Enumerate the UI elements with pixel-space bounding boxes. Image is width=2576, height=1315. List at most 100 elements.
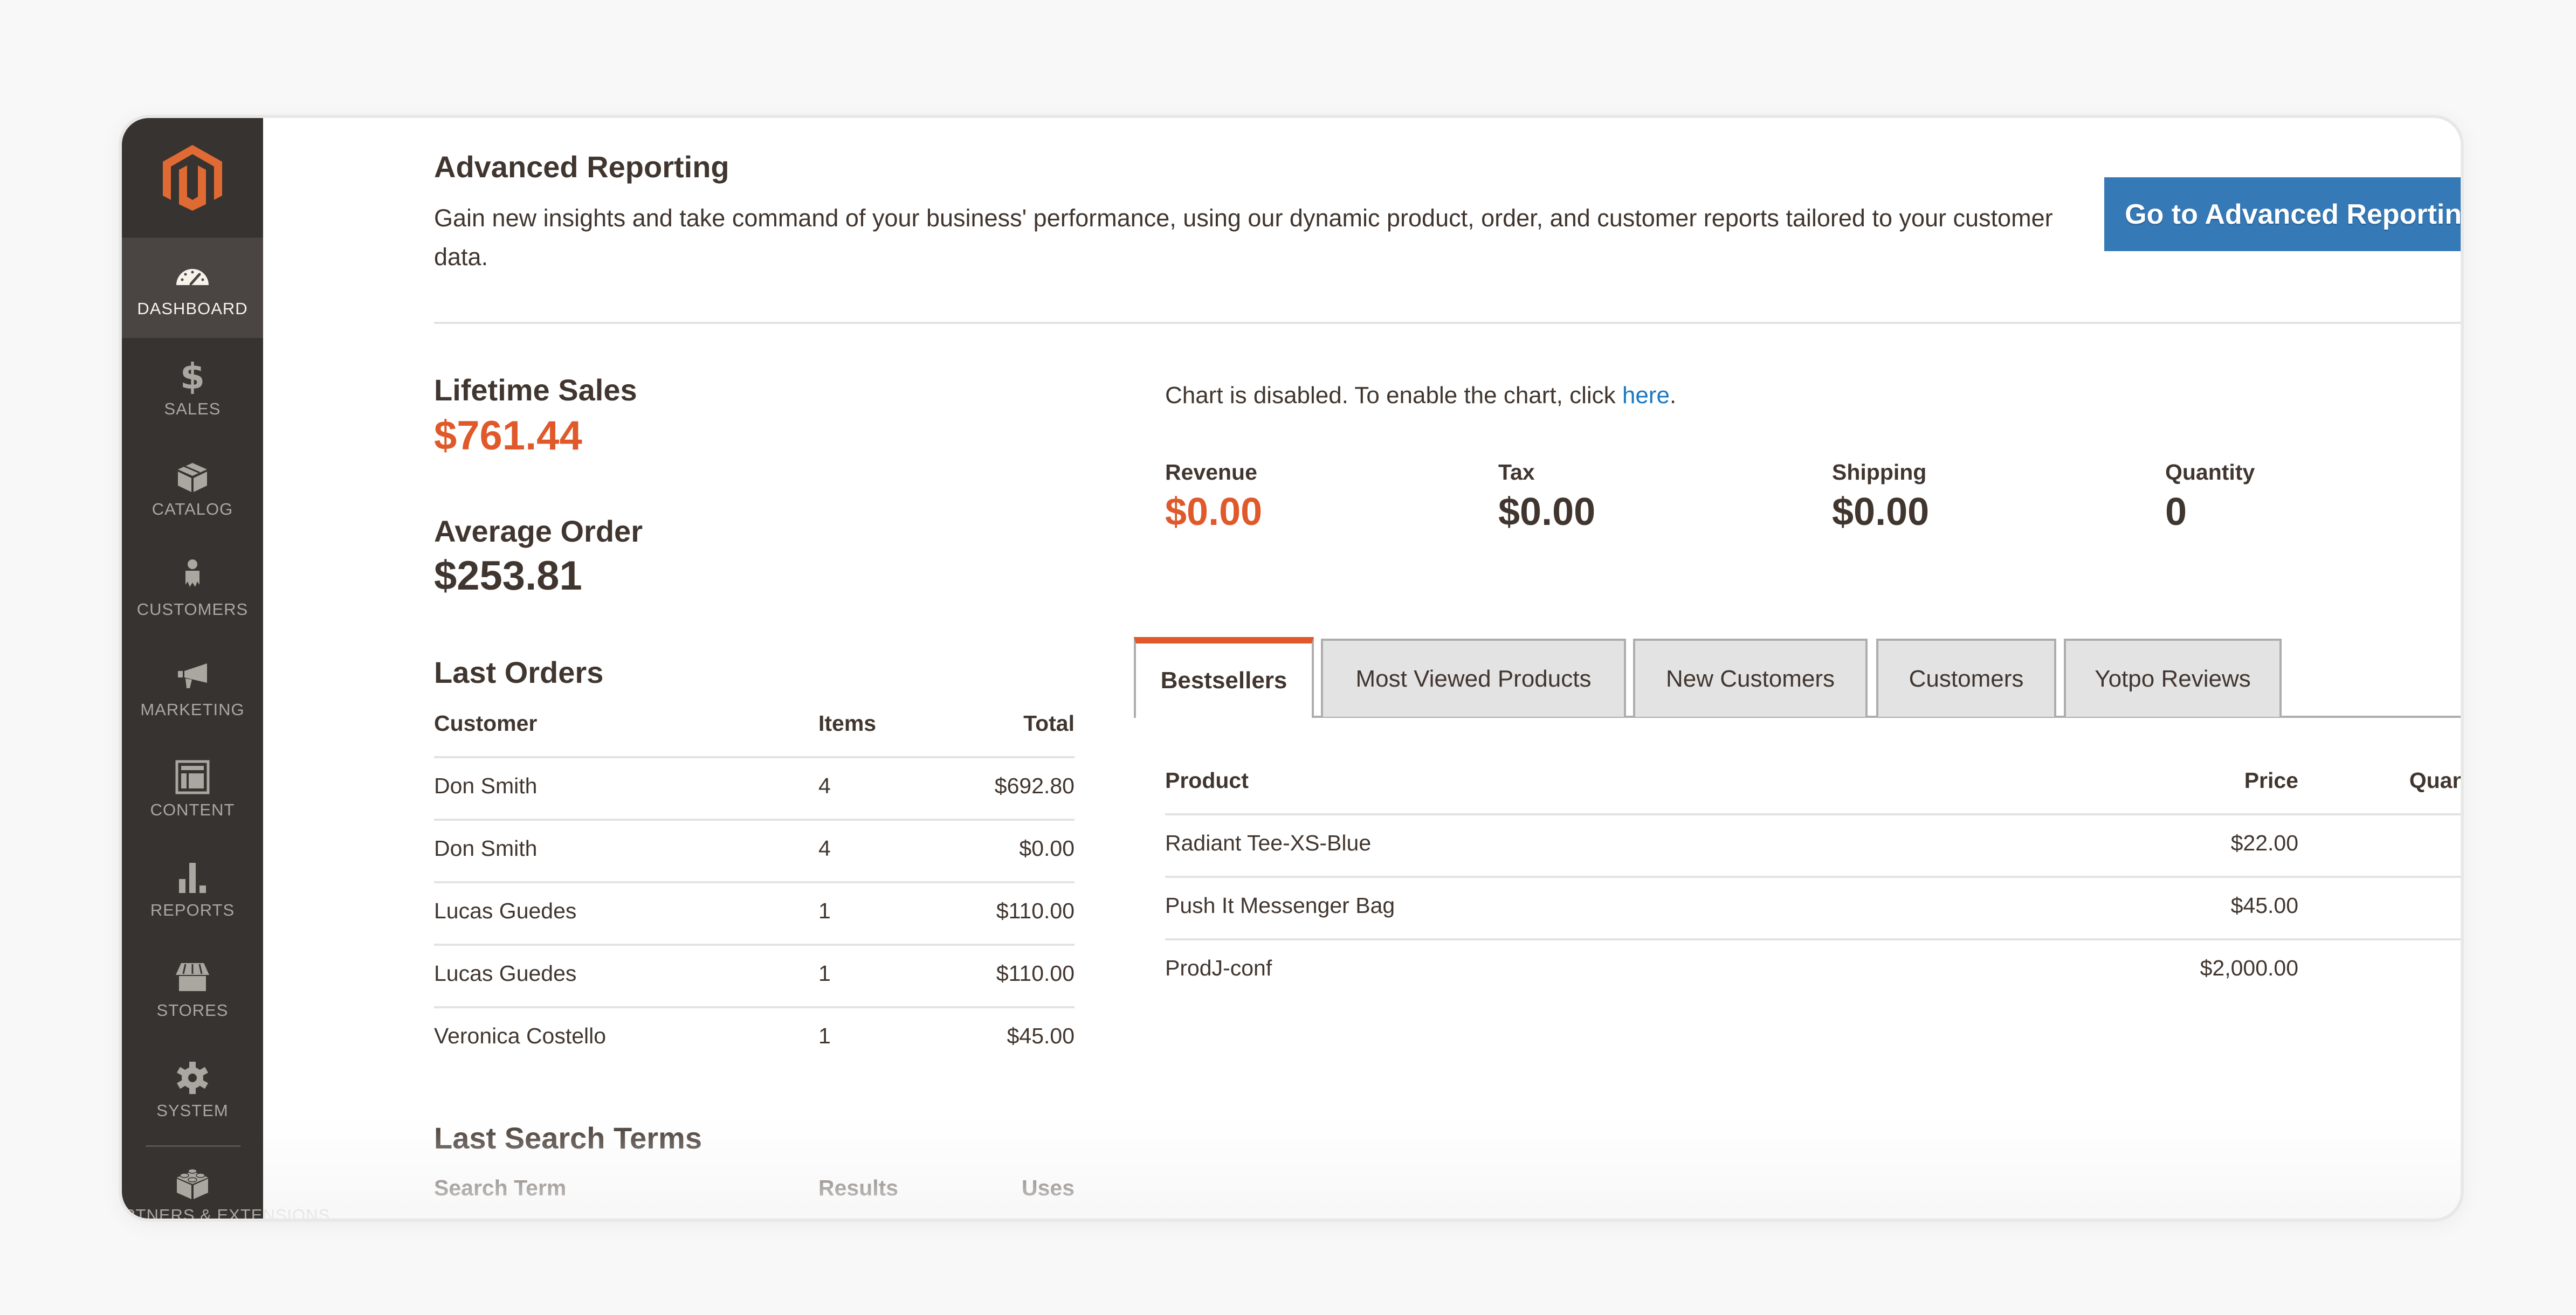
tab-customers[interactable]: Customers <box>1876 639 2056 717</box>
sidebar-item-catalog[interactable]: Catalog <box>122 438 263 538</box>
product-quantity: 12 <box>2337 830 2461 856</box>
svg-text:$: $ <box>180 357 205 395</box>
average-order-value: $253.81 <box>434 553 582 599</box>
sidebar-item-label: Dashboard <box>137 299 248 318</box>
sidebar-item-label: Catalog <box>151 500 233 518</box>
order-total: $45.00 <box>1007 1023 1075 1048</box>
average-order-label: Average Order <box>434 514 643 548</box>
sidebar-item-system[interactable]: System <box>122 1040 263 1140</box>
tab-most-viewed-products[interactable]: Most Viewed Products <box>1321 639 1626 717</box>
go-to-advanced-reporting-button[interactable]: Go to Advanced Reporting <box>2104 177 2464 251</box>
button-label: Go to Advanced Reporting <box>2125 198 2464 230</box>
row-divider <box>434 881 1075 883</box>
row-divider <box>1165 938 2461 940</box>
person-icon <box>185 559 199 587</box>
sidebar-item-label: Reports <box>150 901 235 919</box>
chart-notice-suffix: . <box>1669 382 1677 409</box>
product-quantity: 1 <box>2337 956 2461 981</box>
dashboard-card: Dashboard $ Sales Catalog Customers <box>119 115 2464 1222</box>
sidebar-item-label: System <box>156 1101 229 1120</box>
column-header-quantity: Quantity <box>2409 768 2464 793</box>
tab-new-customers[interactable]: New Customers <box>1633 639 1868 717</box>
advanced-reporting-description: Gain new insights and take command of yo… <box>434 204 2053 271</box>
product-price: $22.00 <box>2230 830 2298 855</box>
quantity-label: Quantity <box>2165 460 2255 485</box>
quantity-value: 0 <box>2165 490 2187 534</box>
row-divider <box>1165 813 2461 815</box>
product-name: Push It Messenger Bag <box>1165 893 1395 918</box>
order-total: $0.00 <box>1019 836 1075 861</box>
column-header-results: Results <box>818 1175 899 1200</box>
tab-bestsellers[interactable]: Bestsellers <box>1134 637 1314 718</box>
sidebar-item-stores[interactable]: Stores <box>122 939 263 1040</box>
sidebar-item-sales[interactable]: $ Sales <box>122 338 263 438</box>
chart-notice-text: Chart is disabled. To enable the chart, … <box>1165 382 1622 409</box>
sidebar-item-label: Sales <box>164 399 221 418</box>
gear-icon <box>177 1062 208 1094</box>
order-customer: Don Smith <box>434 773 538 798</box>
tab-yotpo-reviews[interactable]: Yotpo Reviews <box>2064 639 2282 717</box>
product-name: Radiant Tee-XS-Blue <box>1165 830 1372 855</box>
column-header-uses: Uses <box>1021 1175 1075 1200</box>
product-price: $45.00 <box>2230 893 2298 918</box>
box-icon <box>178 463 207 492</box>
sidebar-item-label: Customers <box>136 600 249 619</box>
speedometer-icon <box>176 269 209 286</box>
column-header-product: Product <box>1165 768 1249 793</box>
column-header-price: Price <box>2244 768 2298 793</box>
product-price: $2,000.00 <box>2200 956 2298 980</box>
order-total: $110.00 <box>996 898 1075 923</box>
lifetime-sales-label: Lifetime Sales <box>434 373 637 407</box>
sidebar-item-label: Content <box>150 800 235 819</box>
order-customer: Lucas Guedes <box>434 961 577 986</box>
order-items: 1 <box>818 1023 831 1048</box>
main-content: Advanced Reporting Gain new insights and… <box>263 118 2461 1219</box>
enable-chart-link[interactable]: here <box>1622 382 1670 409</box>
bar-chart-icon <box>179 863 206 893</box>
order-items: 4 <box>818 836 831 861</box>
column-header-customer: Customer <box>434 711 538 736</box>
sidebar-item-reports[interactable]: Reports <box>122 839 263 939</box>
order-customer: Lucas Guedes <box>434 898 577 923</box>
last-orders-title: Last Orders <box>434 655 604 689</box>
sidebar-item-label: Stores <box>156 1001 229 1020</box>
sidebar-item-customers[interactable]: Customers <box>122 538 263 639</box>
row-divider <box>1165 876 2461 878</box>
row-divider <box>434 944 1075 946</box>
tax-label: Tax <box>1498 460 1535 485</box>
order-total: $692.80 <box>994 773 1075 798</box>
order-items: 1 <box>818 898 831 923</box>
column-header-total: Total <box>1023 711 1075 736</box>
megaphone-icon <box>178 663 207 688</box>
order-items: 4 <box>818 773 831 798</box>
sidebar-item-label: Marketing <box>140 700 245 719</box>
column-header-items: Items <box>818 711 877 736</box>
row-divider <box>434 819 1075 821</box>
dollar-icon: $ <box>180 357 205 395</box>
order-total: $110.00 <box>996 961 1075 986</box>
tax-value: $0.00 <box>1498 490 1596 534</box>
sidebar-item-dashboard[interactable]: Dashboard <box>122 238 263 338</box>
row-divider <box>434 1006 1075 1008</box>
revenue-value: $0.00 <box>1165 490 1263 534</box>
sidebar: Dashboard $ Sales Catalog Customers <box>122 118 329 1219</box>
magento-logo[interactable] <box>122 118 263 238</box>
chart-disabled-notice: Chart is disabled. To enable the chart, … <box>1165 382 1676 409</box>
lifetime-sales-value: $761.44 <box>434 413 582 459</box>
header-divider <box>434 322 2461 324</box>
lego-brick-icon <box>177 1168 208 1199</box>
column-header-search-term: Search Term <box>434 1175 567 1200</box>
product-quantity: 5 <box>2337 893 2461 918</box>
layout-icon <box>175 760 210 794</box>
last-search-terms-title: Last Search Terms <box>434 1121 702 1155</box>
order-items: 1 <box>818 961 831 986</box>
shipping-value: $0.00 <box>1832 490 1930 534</box>
sidebar-item-find-partners[interactable]: Find Partners & Extensions <box>122 1151 329 1219</box>
sidebar-item-marketing[interactable]: Marketing <box>122 639 263 739</box>
order-customer: Veronica Costello <box>434 1023 607 1048</box>
sidebar-item-content[interactable]: Content <box>122 739 263 839</box>
product-name: ProdJ-conf <box>1165 956 1272 980</box>
revenue-label: Revenue <box>1165 460 1257 485</box>
order-customer: Don Smith <box>434 836 538 861</box>
storefront-icon <box>176 963 209 991</box>
